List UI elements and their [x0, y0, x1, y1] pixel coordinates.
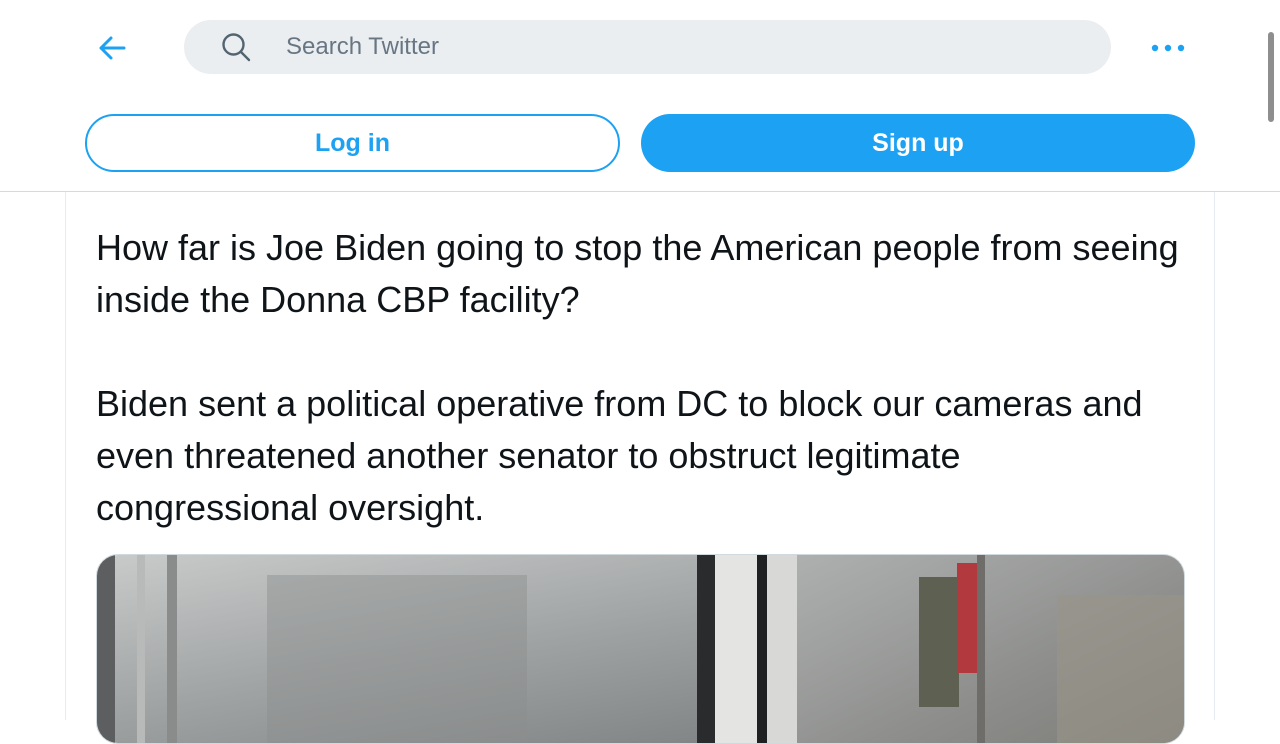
tweet-paragraph: How far is Joe Biden going to stop the A… [96, 227, 1179, 320]
login-button[interactable]: Log in [85, 114, 620, 172]
video-frame [97, 555, 1184, 743]
back-button[interactable] [88, 24, 136, 72]
search-bar[interactable] [184, 20, 1111, 74]
more-options-button[interactable] [1146, 30, 1190, 66]
search-input[interactable] [286, 20, 1066, 74]
top-bar [0, 0, 1280, 96]
scrollbar[interactable] [1268, 32, 1274, 122]
tweet-paragraph: Biden sent a political operative from DC… [96, 383, 1143, 528]
tweet-video[interactable] [96, 554, 1185, 744]
arrow-left-icon [99, 36, 126, 60]
more-horizontal-icon [1151, 44, 1185, 52]
signup-button[interactable]: Sign up [641, 114, 1195, 172]
auth-buttons: Log in Sign up [0, 114, 1280, 172]
tweet-text: How far is Joe Biden going to stop the A… [96, 222, 1186, 534]
search-icon [222, 33, 251, 62]
